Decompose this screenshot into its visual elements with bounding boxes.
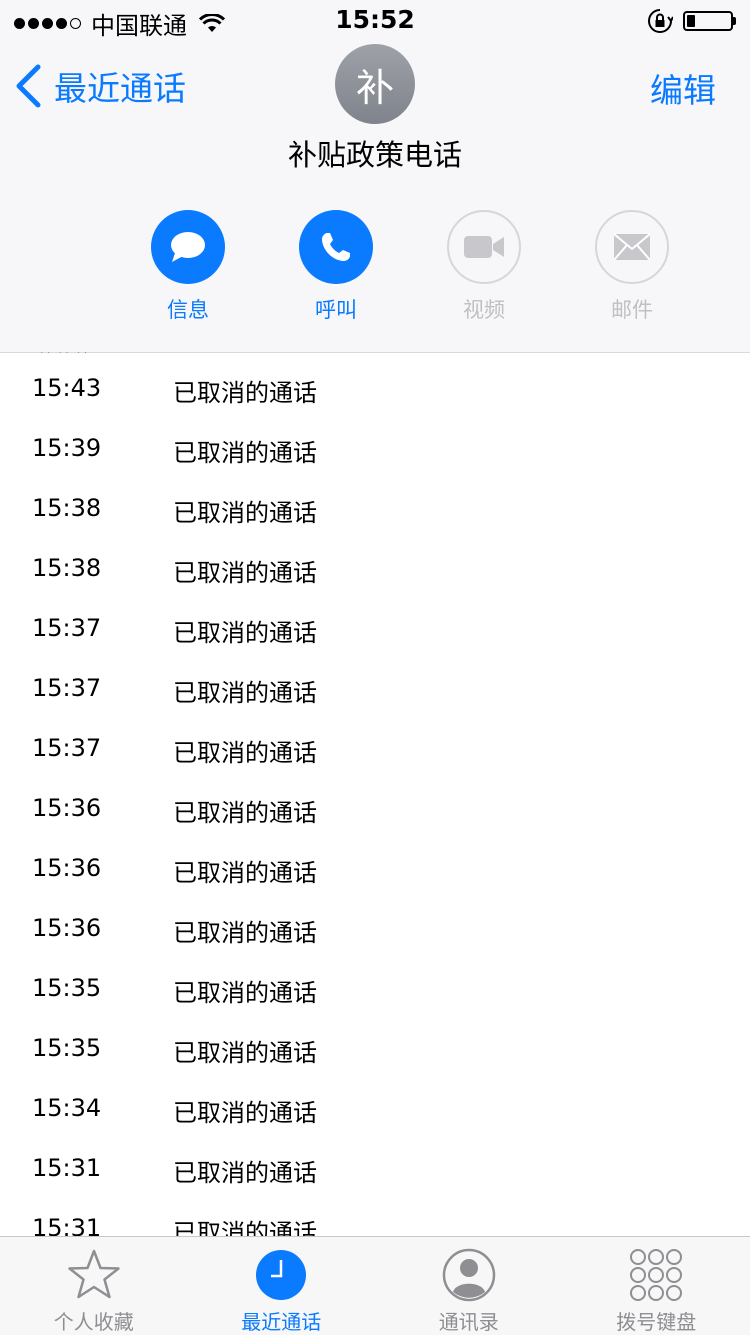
mail-action-label: 邮件 bbox=[611, 294, 653, 324]
call-history-row[interactable]: 15:34 已取消的通话 bbox=[0, 1082, 750, 1142]
orientation-lock-icon bbox=[647, 8, 673, 34]
call-status: 已取消的通话 bbox=[173, 1033, 317, 1068]
tab-contacts[interactable]: 通讯录 bbox=[375, 1237, 563, 1335]
status-right bbox=[647, 8, 736, 34]
battery-level bbox=[687, 15, 695, 27]
contact-actions: 信息 呼叫 视频 bbox=[114, 210, 706, 324]
call-time: 15:36 bbox=[32, 914, 101, 942]
call-status: 已取消的通话 bbox=[173, 373, 317, 408]
status-time: 15:52 bbox=[0, 5, 750, 34]
mail-action-button[interactable]: 邮件 bbox=[558, 210, 706, 324]
message-action-label: 信息 bbox=[167, 294, 209, 324]
contact-name: 补贴政策电话 bbox=[0, 132, 750, 174]
call-history-row[interactable]: 15:39 已取消的通话 bbox=[0, 422, 750, 482]
call-history-row[interactable]: 15:37 已取消的通话 bbox=[0, 662, 750, 722]
call-time: 15:36 bbox=[32, 794, 101, 822]
status-bar: 中国联通 15:52 bbox=[0, 0, 750, 40]
video-camera-icon bbox=[463, 234, 505, 260]
back-button[interactable]: 最近通话 bbox=[14, 62, 186, 110]
video-action-label: 视频 bbox=[463, 294, 505, 324]
edit-button[interactable]: 编辑 bbox=[650, 64, 716, 112]
call-status: 已取消的通话 bbox=[173, 673, 317, 708]
clock-icon bbox=[255, 1249, 307, 1301]
tab-keypad-label: 拨号键盘 bbox=[616, 1306, 696, 1335]
call-time: 15:35 bbox=[32, 1034, 101, 1062]
contact-header: 最近通话 补 补贴政策电话 编辑 信息 呼叫 bbox=[0, 40, 750, 353]
mail-envelope-icon bbox=[613, 233, 651, 261]
call-history-row[interactable]: 15:38 已取消的通话 bbox=[0, 482, 750, 542]
chevron-left-icon bbox=[14, 64, 42, 108]
keypad-icon bbox=[629, 1248, 683, 1302]
call-status: 已取消的通话 bbox=[173, 1093, 317, 1128]
call-time: 15:37 bbox=[32, 674, 101, 702]
call-history-row[interactable]: 15:37 已取消的通话 bbox=[0, 602, 750, 662]
call-status: 已取消的通话 bbox=[173, 493, 317, 528]
call-status: 已取消的通话 bbox=[173, 913, 317, 948]
phone-icon bbox=[318, 229, 354, 265]
call-time: 15:37 bbox=[32, 734, 101, 762]
call-action-label: 呼叫 bbox=[315, 294, 357, 324]
call-history-row[interactable]: 15:38 已取消的通话 bbox=[0, 542, 750, 602]
call-status: 已取消的通话 bbox=[173, 853, 317, 888]
call-history-row[interactable]: 15:43 已取消的通话 bbox=[0, 362, 750, 422]
call-time: 15:31 bbox=[32, 1154, 101, 1182]
call-history-list[interactable]: ⌃⌃⌃ 15:43已取消的通话15:39已取消的通话15:38已取消的通话15:… bbox=[0, 352, 750, 1236]
star-icon bbox=[66, 1248, 122, 1302]
call-history-row[interactable]: 15:36 已取消的通话 bbox=[0, 842, 750, 902]
call-time: 15:31 bbox=[32, 1214, 101, 1236]
call-status: 已取消的通话 bbox=[173, 733, 317, 768]
tab-favorites[interactable]: 个人收藏 bbox=[0, 1237, 188, 1335]
tab-recents[interactable]: 最近通话 bbox=[188, 1237, 376, 1335]
call-status: 已取消的通话 bbox=[173, 1153, 317, 1188]
call-action-button[interactable]: 呼叫 bbox=[262, 210, 410, 324]
call-time: 15:36 bbox=[32, 854, 101, 882]
call-status: 已取消的通话 bbox=[173, 553, 317, 588]
tab-contacts-label: 通讯录 bbox=[439, 1306, 499, 1335]
call-history-row[interactable]: 15:37 已取消的通话 bbox=[0, 722, 750, 782]
tab-keypad[interactable]: 拨号键盘 bbox=[563, 1237, 750, 1335]
call-history-row[interactable]: 15:36 已取消的通话 bbox=[0, 782, 750, 842]
tab-favorites-label: 个人收藏 bbox=[54, 1306, 134, 1335]
call-status: 已取消的通话 bbox=[173, 433, 317, 468]
call-time: 15:39 bbox=[32, 434, 101, 462]
call-time: 15:37 bbox=[32, 614, 101, 642]
call-time: 15:34 bbox=[32, 1094, 101, 1122]
call-history-row[interactable]: 15:35 已取消的通话 bbox=[0, 1022, 750, 1082]
tab-recents-label: 最近通话 bbox=[241, 1306, 321, 1335]
battery-icon bbox=[683, 11, 733, 31]
call-status: 已取消的通话 bbox=[173, 793, 317, 828]
call-time: 15:38 bbox=[32, 494, 101, 522]
call-history-row[interactable]: 15:31 已取消的通话 bbox=[0, 1142, 750, 1202]
video-action-button[interactable]: 视频 bbox=[410, 210, 558, 324]
call-status: 已取消的通话 bbox=[173, 613, 317, 648]
call-history-row[interactable]: 15:35 已取消的通话 bbox=[0, 962, 750, 1022]
person-icon bbox=[442, 1248, 496, 1302]
avatar: 补 bbox=[335, 44, 415, 124]
call-history-row[interactable]: 15:36 已取消的通话 bbox=[0, 902, 750, 962]
back-button-label: 最近通话 bbox=[54, 62, 186, 110]
call-history-row[interactable]: 15:31 已取消的通话 bbox=[0, 1202, 750, 1236]
call-time: 15:38 bbox=[32, 554, 101, 582]
message-action-button[interactable]: 信息 bbox=[114, 210, 262, 324]
call-status: 已取消的通话 bbox=[173, 973, 317, 1008]
tab-bar: 个人收藏 最近通话 通讯录 bbox=[0, 1236, 750, 1335]
message-bubble-icon bbox=[168, 229, 208, 265]
call-time: 15:43 bbox=[32, 374, 101, 402]
call-status: 已取消的通话 bbox=[173, 1213, 317, 1236]
call-time: 15:35 bbox=[32, 974, 101, 1002]
